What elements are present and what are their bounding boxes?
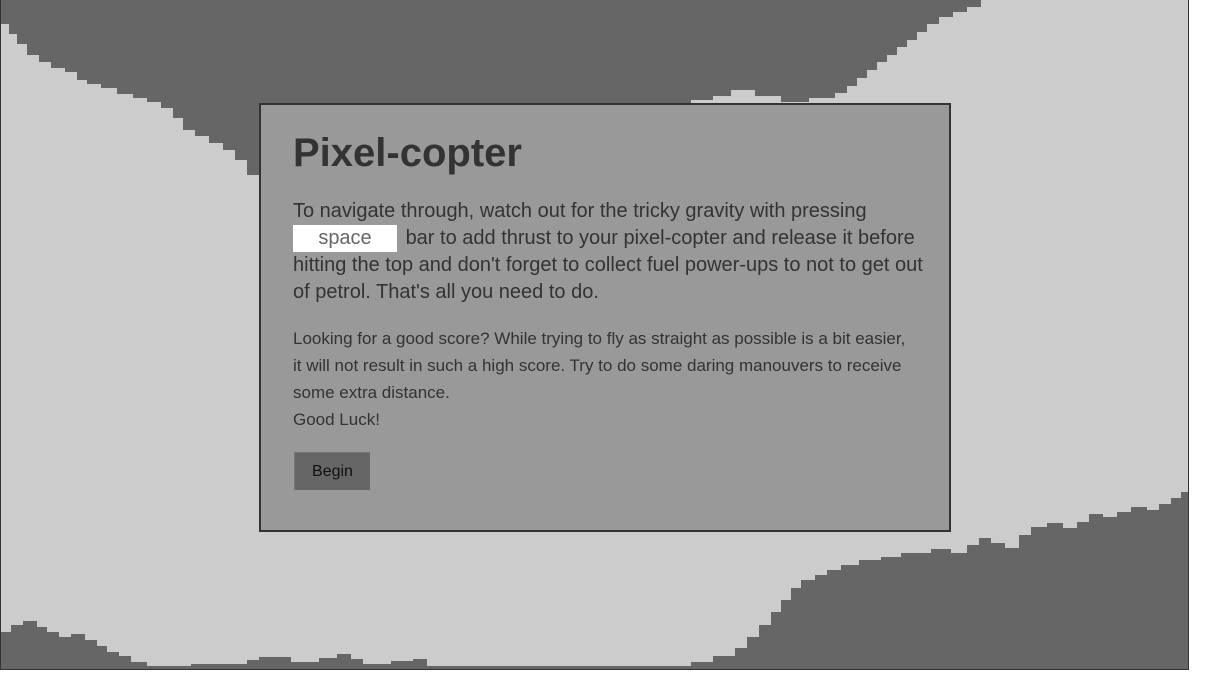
good-luck-text: Good Luck!: [293, 410, 380, 429]
begin-button[interactable]: Begin: [294, 452, 370, 490]
score-tips-text: Looking for a good score? While trying t…: [293, 325, 918, 433]
instructions-part-1: To navigate through, watch out for the t…: [293, 200, 867, 222]
game-canvas[interactable]: Pixel-copter To navigate through, watch …: [0, 0, 1189, 670]
score-tips: Looking for a good score? While trying t…: [293, 329, 906, 402]
space-key-badge: space: [293, 225, 397, 252]
instructions-text: To navigate through, watch out for the t…: [293, 198, 923, 306]
intro-dialog: Pixel-copter To navigate through, watch …: [259, 103, 951, 532]
game-title: Pixel-copter: [293, 131, 522, 175]
